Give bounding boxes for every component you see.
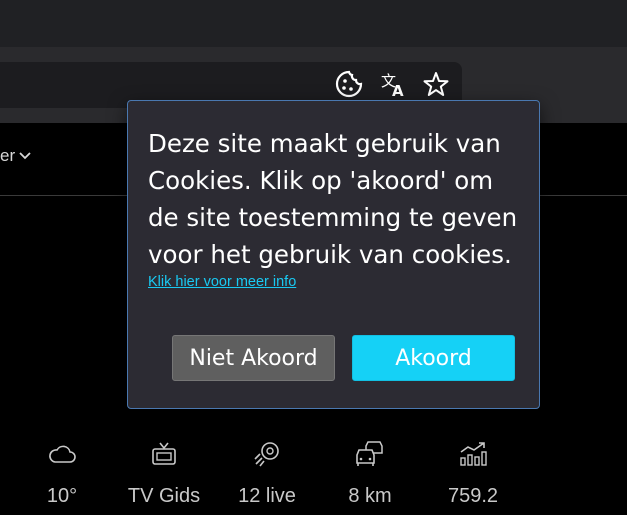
cookie-message: Deze site maakt gebruik van Cookies. Kli… — [148, 129, 518, 269]
traffic-label: 8 km — [348, 485, 392, 507]
browser-tab-strip — [0, 0, 627, 47]
tv-guide-widget[interactable]: TV Gids — [124, 440, 204, 508]
cookie-consent-dialog: Deze site maakt gebruik van Cookies. Kli… — [127, 100, 540, 409]
star-icon[interactable] — [421, 69, 451, 99]
decline-button[interactable]: Niet Akoord — [172, 335, 335, 381]
live-scores-label: 12 live — [238, 485, 296, 507]
translate-icon[interactable]: 文 A — [378, 69, 408, 99]
cookie-icon[interactable] — [334, 69, 364, 99]
accept-button[interactable]: Akoord — [352, 335, 515, 381]
stocks-icon — [433, 440, 513, 468]
ball-icon — [227, 440, 307, 468]
traffic-widget[interactable]: 8 km — [330, 440, 410, 508]
live-scores-widget[interactable]: 12 live — [227, 440, 307, 508]
nav-dropdown-item[interactable]: er — [0, 146, 31, 166]
tv-icon — [124, 440, 204, 468]
stocks-label: 759.2 — [447, 485, 499, 507]
tv-guide-label: TV Gids — [127, 485, 201, 507]
cloud-icon — [22, 440, 102, 468]
traffic-icon — [330, 440, 410, 468]
nav-item-label: er — [0, 146, 16, 165]
weather-widget[interactable]: 10° — [22, 440, 102, 508]
stocks-widget[interactable]: 759.2 — [433, 440, 513, 508]
more-info-link[interactable]: Klik hier voor meer info — [148, 274, 296, 290]
chevron-down-icon — [19, 152, 31, 160]
weather-label: 10° — [46, 485, 78, 507]
svg-text:A: A — [392, 82, 404, 99]
